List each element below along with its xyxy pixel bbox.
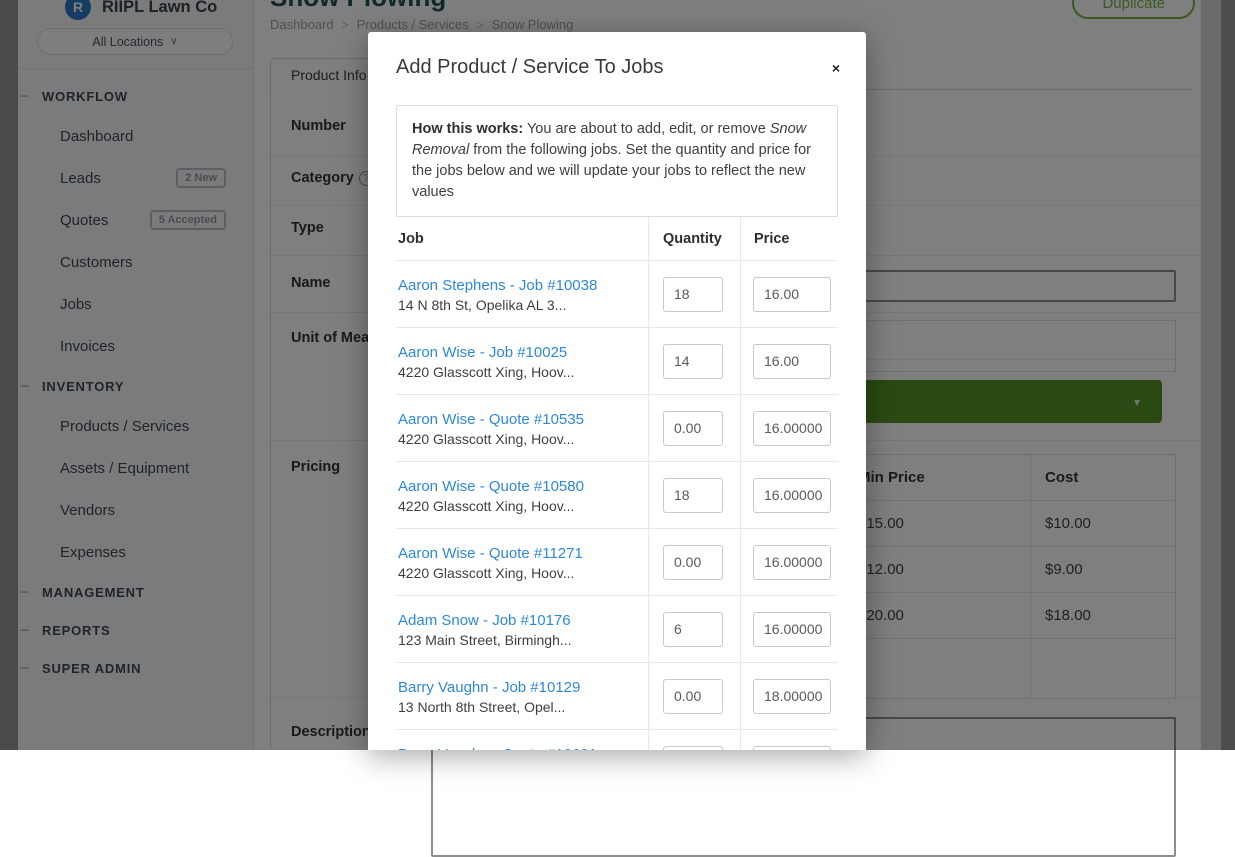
quantity-input[interactable] (663, 411, 723, 446)
job-row: Barry Vaughn - Quote #10691 13 North 8th… (396, 730, 838, 750)
job-column-header: Job (396, 231, 648, 247)
job-link[interactable]: Aaron Wise - Job #10025 (398, 344, 640, 361)
price-input[interactable] (753, 746, 831, 751)
job-row: Aaron Stephens - Job #10038 14 N 8th St,… (396, 261, 838, 328)
note-text-1: You are about to add, edit, or remove (523, 121, 770, 137)
quantity-input[interactable] (663, 545, 723, 580)
job-address: 4220 Glasscott Xing, Hoov... (398, 498, 640, 514)
price-column-header: Price (740, 217, 838, 260)
note-text-2: from the following jobs. Set the quantit… (412, 142, 811, 200)
price-input[interactable] (753, 411, 831, 446)
job-row: Aaron Wise - Job #10025 4220 Glasscott X… (396, 328, 838, 395)
job-link[interactable]: Barry Vaughn - Job #10129 (398, 679, 640, 696)
job-address: 14 N 8th St, Opelika AL 3... (398, 297, 640, 313)
job-link[interactable]: Aaron Wise - Quote #10535 (398, 411, 640, 428)
quantity-input[interactable] (663, 679, 723, 714)
jobs-table-header: Job Quantity Price (396, 217, 838, 261)
job-link[interactable]: Aaron Stephens - Job #10038 (398, 277, 640, 294)
price-input[interactable] (753, 612, 831, 647)
job-link[interactable]: Aaron Wise - Quote #11271 (398, 545, 640, 562)
job-address: 13 North 8th Street, Opel... (398, 699, 640, 715)
price-input[interactable] (753, 478, 831, 513)
price-input[interactable] (753, 679, 831, 714)
job-address: 4220 Glasscott Xing, Hoov... (398, 565, 640, 581)
quantity-input[interactable] (663, 277, 723, 312)
job-address: 4220 Glasscott Xing, Hoov... (398, 431, 640, 447)
add-product-to-jobs-modal: Add Product / Service To Jobs × How this… (368, 32, 866, 750)
quantity-input[interactable] (663, 344, 723, 379)
job-row: Aaron Wise - Quote #10535 4220 Glasscott… (396, 395, 838, 462)
job-row: Aaron Wise - Quote #10580 4220 Glasscott… (396, 462, 838, 529)
job-row: Adam Snow - Job #10176 123 Main Street, … (396, 596, 838, 663)
quantity-input[interactable] (663, 612, 723, 647)
price-input[interactable] (753, 545, 831, 580)
jobs-table: Job Quantity Price Aaron Stephens - Job … (396, 217, 838, 750)
job-link[interactable]: Adam Snow - Job #10176 (398, 612, 640, 629)
modal-body: How this works: You are about to add, ed… (368, 105, 866, 750)
job-link[interactable]: Aaron Wise - Quote #10580 (398, 478, 640, 495)
job-link[interactable]: Barry Vaughn - Quote #10691 (398, 746, 640, 750)
job-row: Aaron Wise - Quote #11271 4220 Glasscott… (396, 529, 838, 596)
jobs-table-body: Aaron Stephens - Job #10038 14 N 8th St,… (396, 261, 838, 750)
quantity-input[interactable] (663, 478, 723, 513)
price-input[interactable] (753, 277, 831, 312)
how-this-works-note: How this works: You are about to add, ed… (396, 105, 838, 217)
quantity-input[interactable] (663, 746, 723, 751)
job-row: Barry Vaughn - Job #10129 13 North 8th S… (396, 663, 838, 730)
modal-title: Add Product / Service To Jobs (396, 56, 838, 79)
price-input[interactable] (753, 344, 831, 379)
job-address: 123 Main Street, Birmingh... (398, 632, 640, 648)
job-address: 4220 Glasscott Xing, Hoov... (398, 364, 640, 380)
modal-header: Add Product / Service To Jobs × (368, 32, 866, 79)
note-bold: How this works: (412, 121, 523, 137)
close-icon[interactable]: × (826, 56, 846, 80)
quantity-column-header: Quantity (648, 217, 740, 260)
